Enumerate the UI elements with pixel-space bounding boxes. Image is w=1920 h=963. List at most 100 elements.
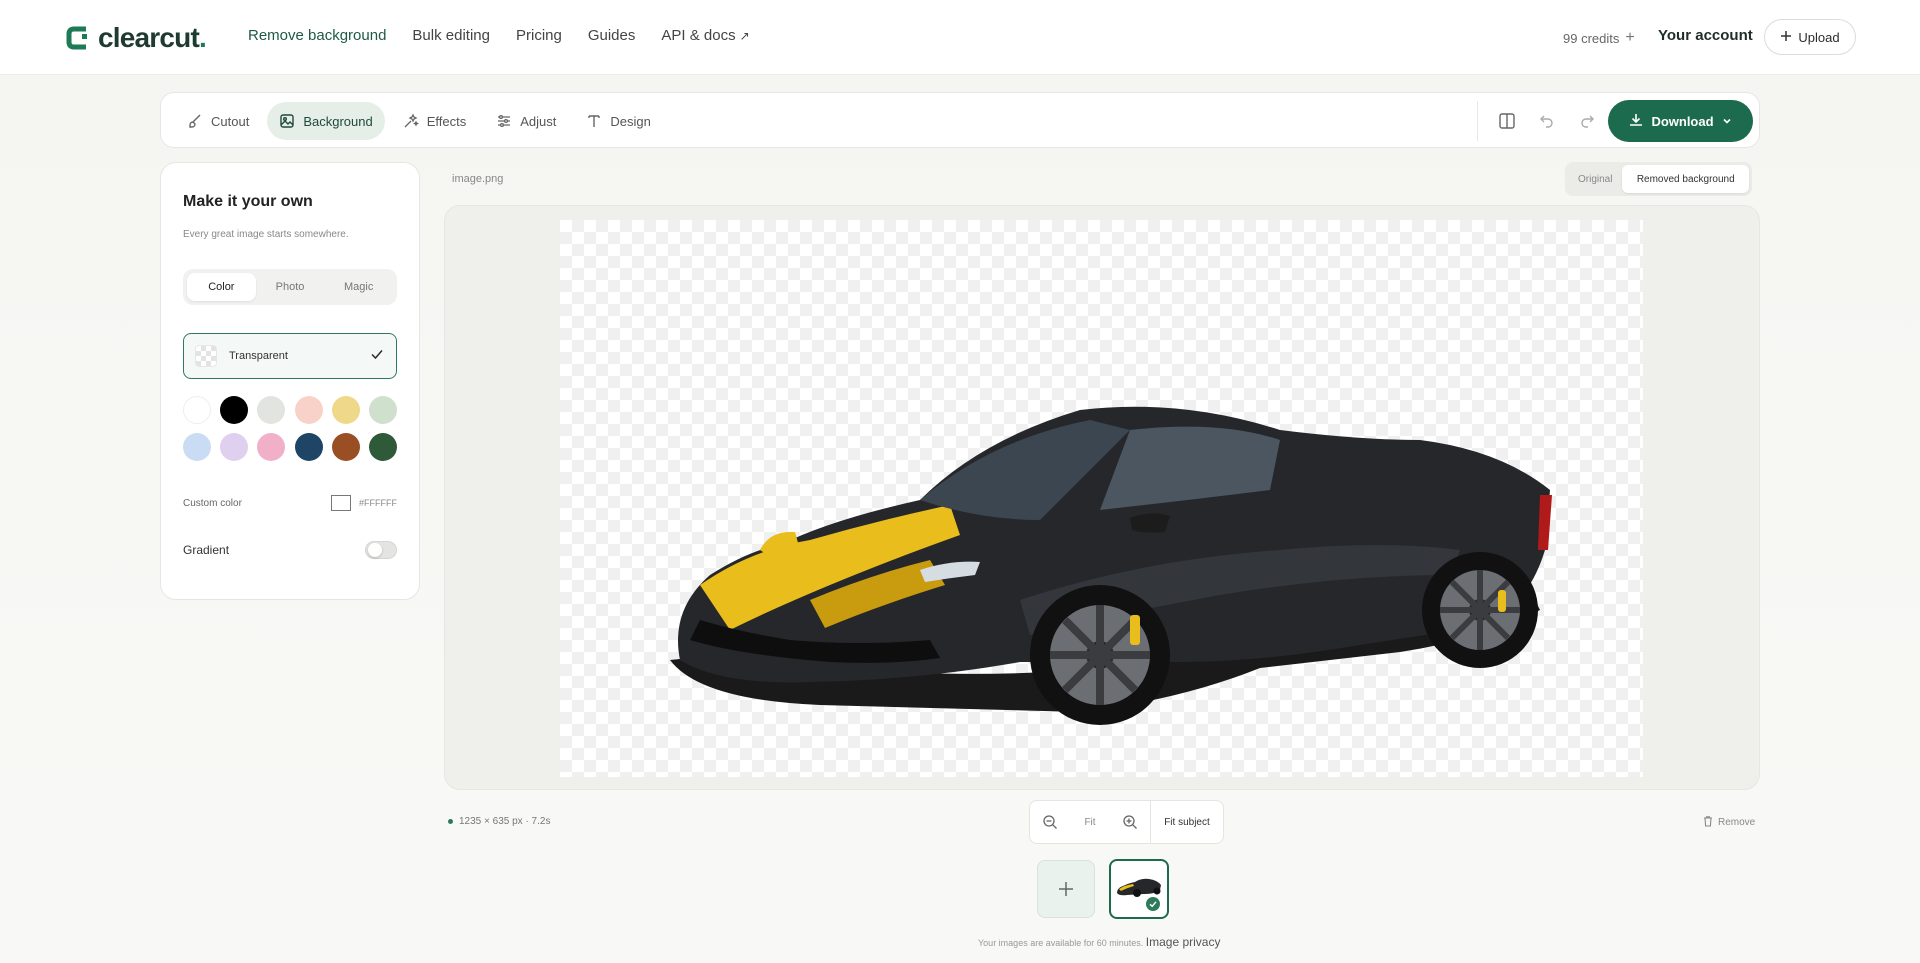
- swatch-row: [183, 433, 397, 461]
- transparent-option[interactable]: Transparent: [183, 333, 397, 379]
- nav-bulk-editing[interactable]: Bulk editing: [412, 27, 490, 44]
- image-privacy-link[interactable]: Image privacy: [1146, 935, 1221, 949]
- fit-subject-button[interactable]: Fit subject: [1151, 817, 1223, 828]
- undo-icon[interactable]: [1535, 109, 1559, 133]
- tool-design[interactable]: Design: [574, 102, 662, 140]
- view-removed-background[interactable]: Removed background: [1622, 165, 1749, 193]
- transparent-swatch: [195, 345, 217, 367]
- tool-adjust-label: Adjust: [520, 113, 557, 129]
- remove-label: Remove: [1718, 817, 1756, 828]
- top-navigation: clearcut. Remove background Bulk editing…: [0, 0, 1920, 75]
- swatch-row: [183, 396, 397, 424]
- color-swatch[interactable]: [331, 433, 360, 461]
- nav-api-docs-label: API & docs: [661, 27, 736, 44]
- gradient-label: Gradient: [183, 543, 230, 557]
- chevron-down-icon: [1722, 114, 1732, 129]
- tool-design-label: Design: [610, 113, 651, 129]
- image-icon: [279, 113, 295, 129]
- gradient-row: Gradient: [183, 541, 397, 559]
- view-original[interactable]: Original: [1568, 165, 1622, 193]
- zoom-fit[interactable]: Fit: [1070, 817, 1110, 828]
- view-toggle: Original Removed background: [1565, 162, 1752, 196]
- transparent-label: Transparent: [229, 350, 288, 362]
- retention-note: Your images are available for 60 minutes…: [978, 935, 1220, 949]
- color-swatch[interactable]: [331, 396, 360, 424]
- tool-background-label: Background: [303, 113, 373, 129]
- tool-cutout-label: Cutout: [211, 113, 250, 129]
- sliders-icon: [496, 113, 512, 129]
- car-cutout-image: [670, 406, 1552, 725]
- color-swatch[interactable]: [294, 433, 323, 461]
- zoom-controls: Fit Fit subject: [1029, 800, 1224, 844]
- compare-view-icon[interactable]: [1495, 109, 1519, 133]
- status-dot: [448, 819, 453, 824]
- tab-photo[interactable]: Photo: [256, 273, 325, 301]
- color-swatch[interactable]: [183, 433, 211, 461]
- toolbar-divider: [1477, 101, 1478, 141]
- dimensions-text: 1235 × 635 px · 7.2s: [459, 816, 551, 827]
- color-swatch[interactable]: [257, 396, 286, 424]
- background-panel: Make it your own Every great image start…: [160, 162, 420, 600]
- logo[interactable]: clearcut.: [66, 22, 207, 54]
- color-swatch[interactable]: [368, 433, 397, 461]
- brush-icon: [187, 113, 203, 129]
- main-nav: Remove background Bulk editing Pricing G…: [248, 27, 750, 44]
- color-swatch[interactable]: [220, 396, 249, 424]
- credits-counter[interactable]: 99 credits +: [1563, 29, 1635, 47]
- redo-icon[interactable]: [1575, 109, 1599, 133]
- nav-api-docs[interactable]: API & docs ↗: [661, 27, 749, 44]
- zoom-in-icon[interactable]: [1110, 814, 1150, 830]
- color-swatch[interactable]: [220, 433, 249, 461]
- download-icon: [1629, 113, 1643, 130]
- add-image-button[interactable]: [1037, 860, 1095, 918]
- tab-magic[interactable]: Magic: [324, 273, 393, 301]
- color-swatch[interactable]: [368, 396, 397, 424]
- tool-effects-label: Effects: [426, 113, 467, 129]
- nav-remove-background[interactable]: Remove background: [248, 27, 386, 44]
- color-swatches: [183, 396, 397, 470]
- tool-cutout[interactable]: Cutout: [175, 102, 261, 140]
- custom-color-row: Custom color #FFFFFF: [183, 495, 397, 511]
- custom-color-hex[interactable]: #FFFFFF: [359, 498, 397, 508]
- tool-effects[interactable]: Effects: [391, 102, 479, 140]
- upload-label: Upload: [1798, 29, 1840, 45]
- add-credits-icon: +: [1625, 29, 1635, 46]
- nav-pricing[interactable]: Pricing: [516, 27, 562, 44]
- plus-icon: [1059, 882, 1073, 896]
- sparkles-icon: [403, 113, 419, 129]
- nav-guides[interactable]: Guides: [588, 27, 636, 44]
- color-swatch[interactable]: [183, 396, 211, 424]
- file-name: image.png: [452, 173, 504, 185]
- background-type-tabs: Color Photo Magic: [183, 269, 397, 305]
- retention-text: Your images are available for 60 minutes…: [978, 938, 1144, 948]
- editor-toolbar: Cutout Background Effects Adjust Design: [160, 92, 1760, 148]
- custom-color-label: Custom color: [183, 497, 242, 509]
- download-button[interactable]: Download: [1608, 100, 1753, 142]
- plus-icon: [1780, 30, 1792, 45]
- image-dimensions: 1235 × 635 px · 7.2s: [448, 816, 550, 827]
- account-link[interactable]: Your account: [1658, 27, 1753, 44]
- upload-button[interactable]: Upload: [1764, 19, 1856, 55]
- selected-check-icon: [1146, 897, 1160, 911]
- panel-subtitle: Every great image starts somewhere.: [183, 229, 349, 240]
- remove-button[interactable]: Remove: [1702, 815, 1755, 830]
- gradient-toggle[interactable]: [365, 541, 397, 559]
- text-icon: [586, 113, 602, 129]
- panel-title: Make it your own: [183, 193, 313, 210]
- image-thumbnail[interactable]: [1109, 859, 1169, 919]
- trash-icon: [1702, 815, 1714, 830]
- tool-adjust[interactable]: Adjust: [484, 102, 568, 140]
- check-icon: [370, 347, 384, 366]
- zoom-out-icon[interactable]: [1030, 814, 1070, 830]
- logo-icon: [66, 25, 90, 51]
- tool-tabs: Cutout Background Effects Adjust Design: [175, 102, 663, 140]
- color-swatch[interactable]: [294, 396, 323, 424]
- custom-color-picker[interactable]: [331, 495, 351, 511]
- logo-text: clearcut.: [98, 22, 207, 53]
- credits-label: 99 credits: [1563, 30, 1620, 46]
- color-swatch[interactable]: [257, 433, 286, 461]
- download-label: Download: [1651, 113, 1714, 129]
- tool-background[interactable]: Background: [267, 102, 385, 140]
- external-link-icon: ↗: [739, 29, 750, 43]
- tab-color[interactable]: Color: [187, 273, 256, 301]
